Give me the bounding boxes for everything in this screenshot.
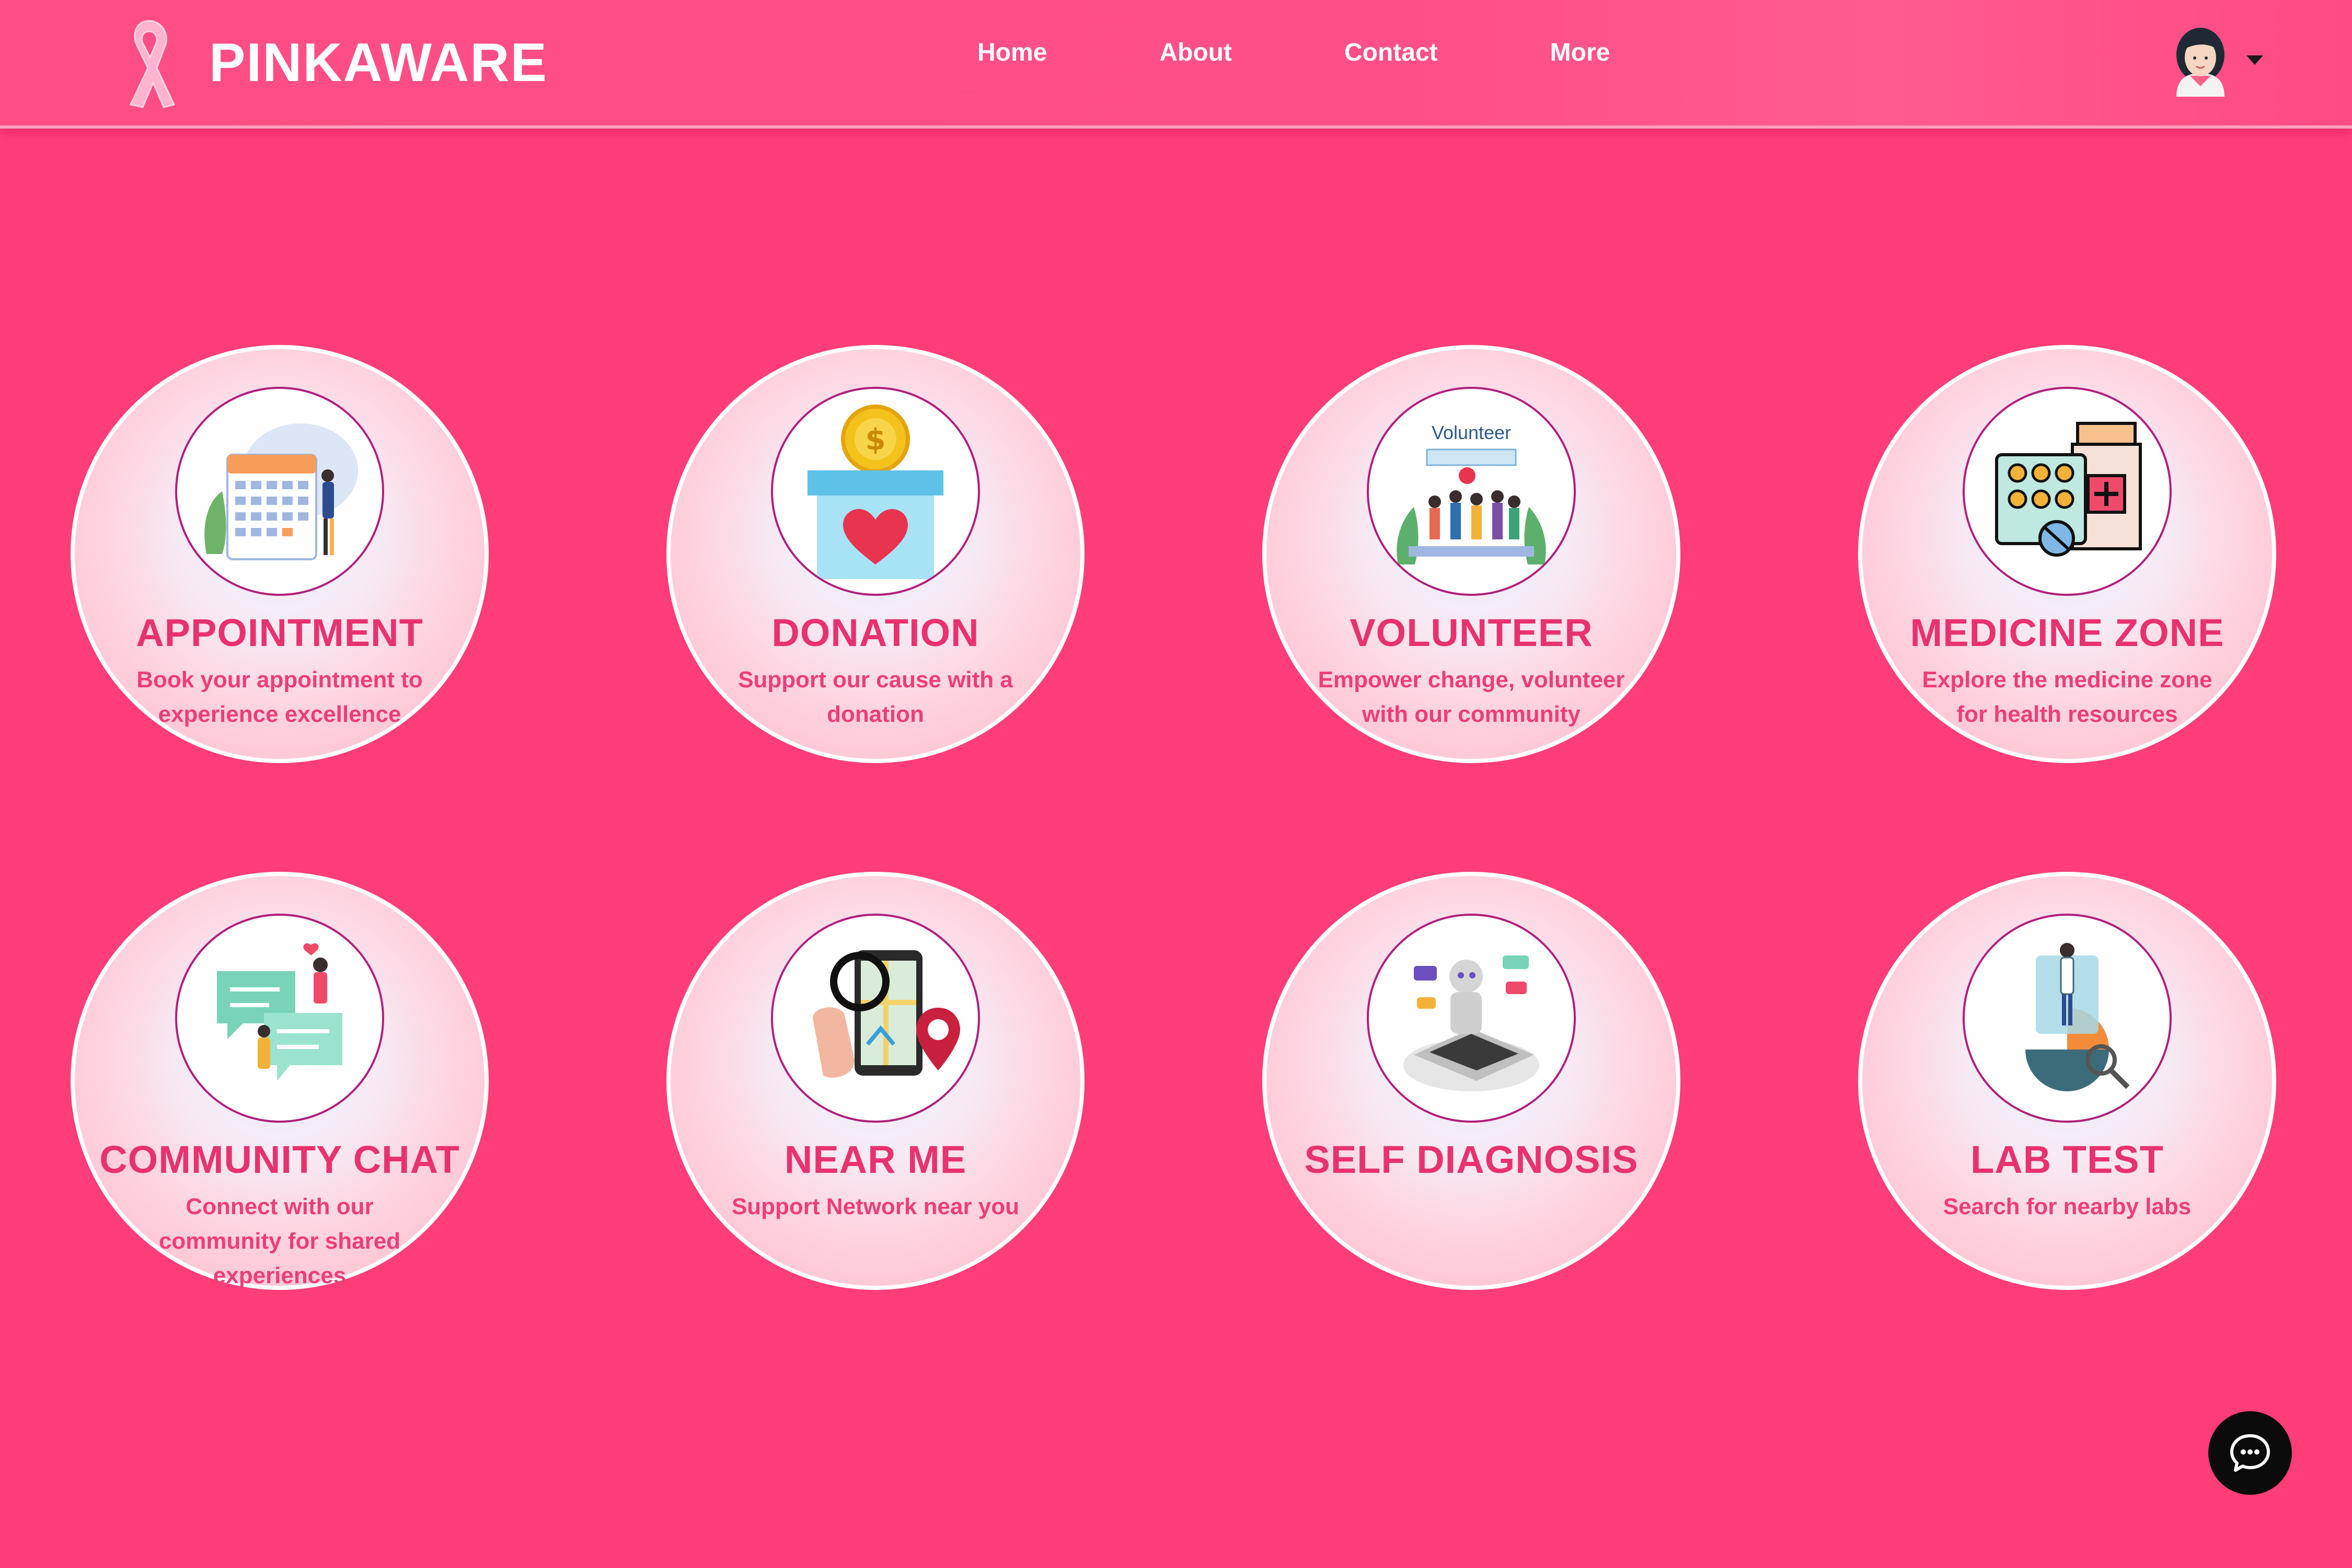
brand-name: PINKAWARE: [209, 32, 548, 93]
lab-chart-icon: [2025, 943, 2130, 1091]
volunteer-image-text: Volunteer: [1432, 422, 1511, 443]
card-description: Book your appointment to experience exce…: [136, 667, 423, 727]
chevron-down-icon: [2246, 55, 2263, 65]
card-title: LAB TEST: [1970, 1138, 2164, 1181]
nav-home[interactable]: Home: [977, 38, 1047, 67]
chat-bubbles-icon: [217, 943, 342, 1081]
card-title: DONATION: [771, 611, 979, 654]
card-medicine-zone[interactable]: MEDICINE ZONE Explore the medicine zone …: [1858, 345, 2276, 763]
profile-menu[interactable]: [2169, 24, 2263, 97]
card-icon-frame: [1963, 387, 2172, 596]
card-description: Support Network near you: [731, 1194, 1020, 1219]
card-title: APPOINTMENT: [136, 611, 423, 654]
card-title: COMMUNITY CHAT: [99, 1138, 460, 1181]
card-title: SELF DIAGNOSIS: [1304, 1138, 1639, 1181]
donation-box-icon: $: [808, 405, 943, 579]
card-icon-frame: $: [771, 387, 980, 596]
card-description: Search for nearby labs: [1943, 1194, 2192, 1219]
card-donation[interactable]: $ DONATION Support our cause with a dona…: [666, 345, 1085, 763]
card-icon-frame: [771, 914, 980, 1123]
nav-more[interactable]: More: [1550, 38, 1610, 67]
card-near-me[interactable]: NEAR ME Support Network near you: [666, 872, 1085, 1290]
card-community-chat[interactable]: COMMUNITY CHAT Connect with our communit…: [71, 872, 489, 1290]
card-icon-frame: [175, 914, 384, 1123]
main-nav: Home About Contact More: [977, 31, 1610, 73]
map-pin-phone-icon: [813, 950, 960, 1078]
nav-about[interactable]: About: [1159, 38, 1232, 67]
card-appointment[interactable]: APPOINTMENT Book your appointment to exp…: [71, 345, 489, 763]
nav-contact[interactable]: Contact: [1344, 38, 1438, 67]
card-icon-frame: [1367, 914, 1576, 1123]
card-description: Empower change, volunteer with our commu…: [1318, 667, 1625, 727]
medicine-icon: [1995, 422, 2142, 557]
svg-text:$: $: [866, 423, 886, 457]
card-description: Explore the medicine zone for health res…: [1922, 667, 2212, 727]
card-volunteer[interactable]: Volunteer VOLUNTEER Empower change, volu…: [1262, 345, 1680, 763]
brand-logo[interactable]: PINKAWARE: [118, 16, 548, 110]
card-title: VOLUNTEER: [1350, 611, 1593, 654]
pink-ribbon-icon: [129, 20, 176, 108]
user-avatar-icon: [2176, 28, 2224, 97]
card-lab-test[interactable]: LAB TEST Search for nearby labs: [1858, 872, 2276, 1290]
card-description: Support our cause with a donation: [738, 667, 1013, 727]
robot-laptop-icon: [1403, 955, 1539, 1091]
card-description: Connect with our community for shared ex…: [158, 1194, 401, 1288]
volunteer-group-icon: Volunteer: [1397, 422, 1546, 564]
top-navigation-bar: PINKAWARE Home About Contact More: [0, 0, 2352, 129]
chat-bubble-icon: [2230, 1434, 2270, 1472]
card-icon-frame: Volunteer: [1367, 387, 1576, 596]
calendar-icon: [204, 423, 358, 560]
card-icon-frame: [175, 387, 384, 596]
card-self-diagnosis[interactable]: SELF DIAGNOSIS: [1262, 872, 1680, 1290]
card-icon-frame: [1963, 914, 2172, 1123]
card-title: NEAR ME: [784, 1138, 967, 1181]
chat-fab-button[interactable]: [2208, 1411, 2292, 1495]
card-title: MEDICINE ZONE: [1910, 611, 2224, 654]
